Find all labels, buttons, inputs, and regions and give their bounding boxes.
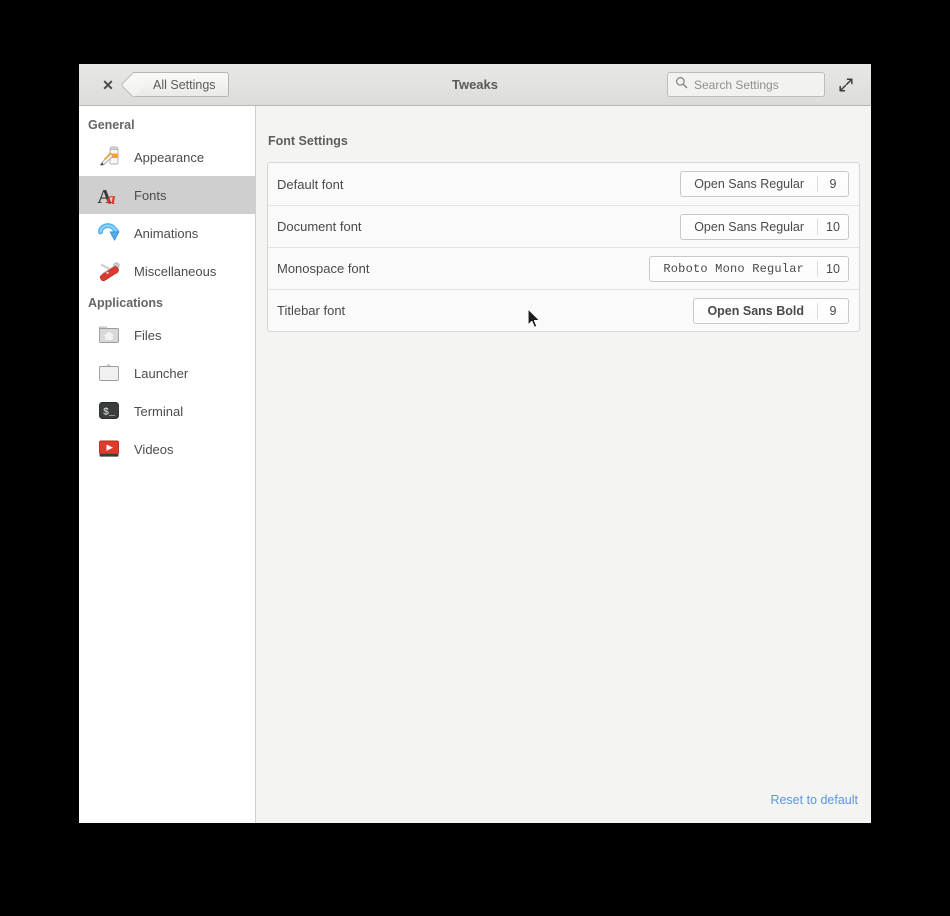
font-name-value: Open Sans Regular	[694, 177, 804, 191]
sidebar-item-fonts[interactable]: A a Fonts	[79, 176, 255, 214]
main-content: Font Settings Default font Open Sans Reg…	[256, 106, 871, 823]
sidebar-item-files[interactable]: Files	[79, 316, 255, 354]
setting-row-titlebar-font: Titlebar font Open Sans Bold 9	[268, 289, 859, 331]
section-title: Font Settings	[268, 134, 348, 148]
folder-home-icon	[97, 322, 123, 348]
window-titlebar: ✕ All Settings Tweaks	[79, 64, 871, 106]
sidebar-item-animations[interactable]: Animations	[79, 214, 255, 252]
font-size-value: 10	[826, 261, 840, 276]
paintbrush-icon	[97, 144, 123, 170]
reset-to-default-link[interactable]: Reset to default	[770, 793, 858, 807]
document-font-picker-button[interactable]: Open Sans Regular 10	[680, 213, 849, 240]
font-size-value: 9	[829, 303, 837, 318]
font-name-value: Open Sans Regular	[694, 219, 804, 234]
font-name-value: Open Sans Bold	[707, 303, 804, 318]
sidebar-item-miscellaneous[interactable]: Miscellaneous	[79, 252, 255, 290]
back-button-label: All Settings	[153, 77, 216, 92]
titlebar-font-picker-button[interactable]: Open Sans Bold 9	[693, 297, 849, 324]
font-size-value: 10	[826, 219, 840, 234]
setting-row-default-font: Default font Open Sans Regular 9	[268, 163, 859, 205]
sidebar-item-videos[interactable]: Videos	[79, 430, 255, 468]
sidebar-item-label: Miscellaneous	[134, 263, 217, 279]
monospace-font-picker-button[interactable]: Roboto Mono Regular 10	[649, 255, 849, 282]
sidebar-item-label: Terminal	[134, 403, 184, 419]
curved-arrow-icon	[97, 220, 123, 246]
folder-plain-icon	[97, 360, 123, 386]
row-label: Titlebar font	[277, 303, 346, 318]
sidebar-item-label: Files	[134, 327, 162, 343]
setting-row-monospace-font: Monospace font Roboto Mono Regular 10	[268, 247, 859, 289]
svg-text:$_: $_	[103, 407, 116, 419]
sidebar-group-header-applications: Applications	[88, 296, 164, 310]
sidebar-item-label: Animations	[134, 225, 199, 241]
close-icon[interactable]: ✕	[97, 74, 119, 96]
toolkit-icon	[97, 258, 123, 284]
sidebar-item-label: Launcher	[134, 365, 189, 381]
window-body: General Appearance A a Fonts Animations …	[79, 106, 871, 823]
row-label: Default font	[277, 176, 344, 192]
default-font-picker-button[interactable]: Open Sans Regular 9	[680, 171, 849, 197]
video-player-icon	[97, 436, 123, 462]
sidebar-item-appearance[interactable]: Appearance	[79, 138, 255, 176]
footer: Reset to default	[267, 791, 860, 823]
search-input-wrapper[interactable]	[667, 72, 825, 97]
font-name-value: Roboto Mono Regular	[663, 261, 804, 276]
maximize-icon[interactable]	[835, 74, 857, 96]
titlebar-right-group	[667, 72, 861, 97]
row-label: Document font	[277, 219, 362, 234]
sidebar-item-label: Appearance	[134, 149, 205, 165]
font-settings-list: Default font Open Sans Regular 9 Documen…	[267, 162, 860, 332]
sidebar-group-header-general: General	[88, 118, 135, 132]
fonts-icon: A a	[97, 182, 123, 208]
sidebar-item-launcher[interactable]: Launcher	[79, 354, 255, 392]
sidebar-item-terminal[interactable]: $_ Terminal	[79, 392, 255, 430]
search-input[interactable]	[694, 77, 817, 92]
sidebar-item-label: Videos	[134, 441, 174, 457]
sidebar: General Appearance A a Fonts Animations …	[79, 106, 256, 823]
font-size-value: 9	[829, 177, 837, 191]
tweaks-window: ✕ All Settings Tweaks Search Settings Ge…	[79, 64, 871, 823]
sidebar-item-label: Fonts	[134, 187, 167, 203]
terminal-icon: $_	[97, 398, 123, 424]
search-icon	[675, 76, 688, 94]
row-label: Monospace font	[277, 261, 370, 276]
svg-text:a: a	[107, 189, 116, 208]
setting-row-document-font: Document font Open Sans Regular 10	[268, 205, 859, 247]
all-settings-back-button[interactable]: All Settings	[133, 72, 229, 97]
